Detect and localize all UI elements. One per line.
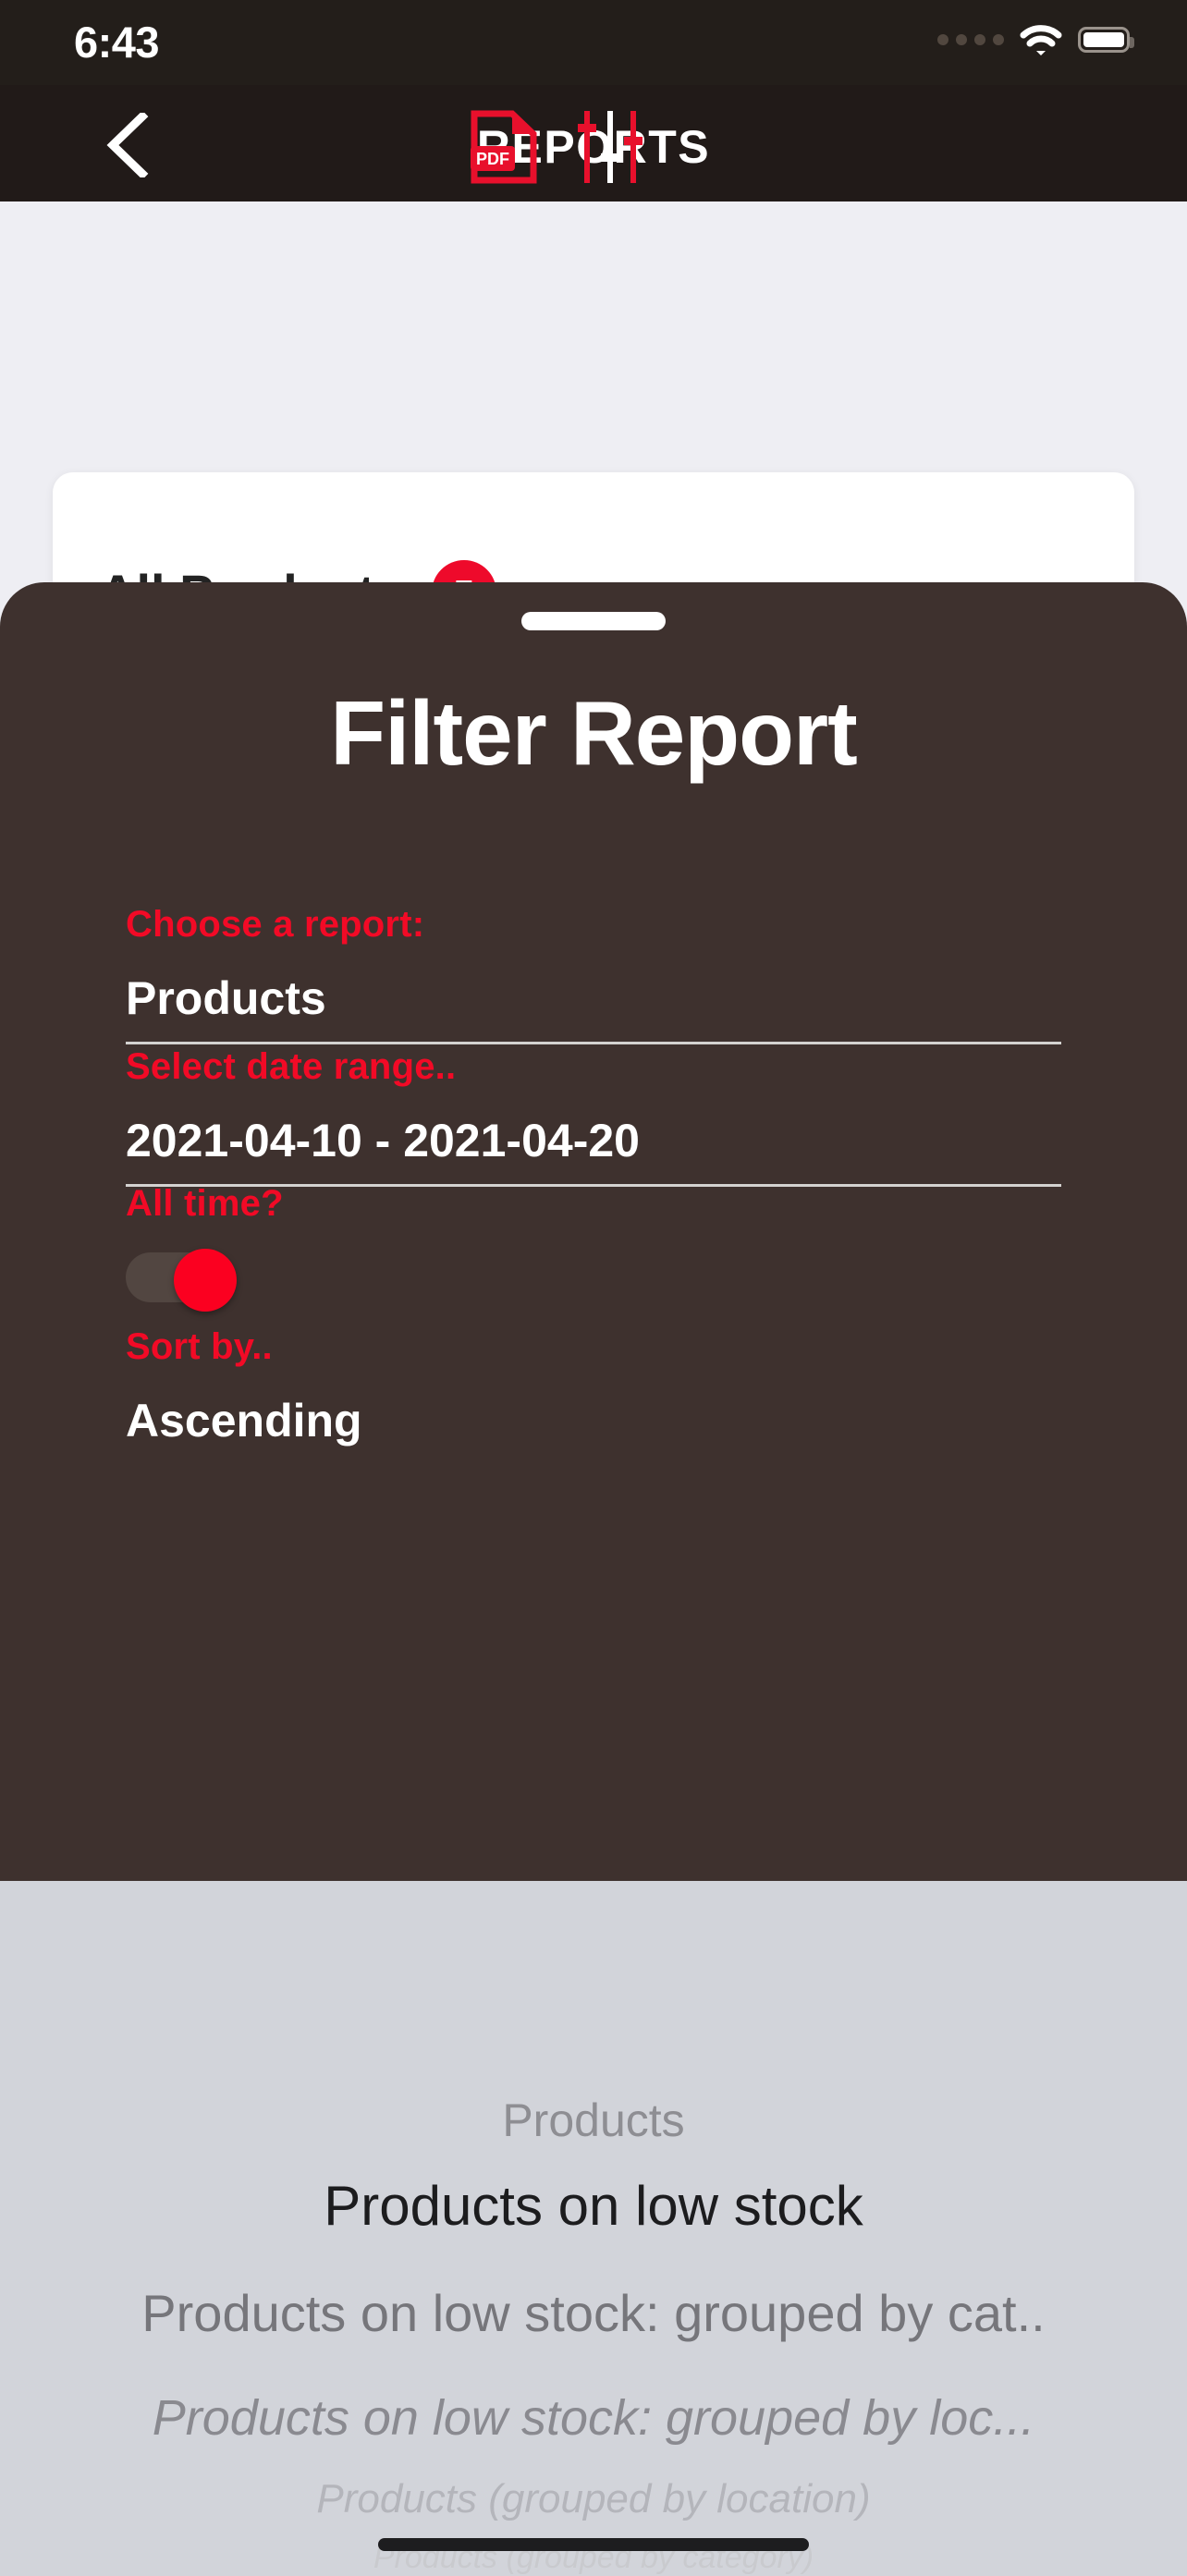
field-label-all-time: All time? bbox=[126, 1183, 284, 1224]
sheet-grabber-handle[interactable] bbox=[521, 612, 666, 630]
signal-dots-icon bbox=[937, 34, 1004, 45]
picker-option-products-by-location[interactable]: Products (grouped by location) bbox=[0, 2476, 1187, 2522]
field-label-choose-report: Choose a report: bbox=[126, 904, 425, 945]
field-value-sort-by[interactable]: Ascending bbox=[126, 1394, 1061, 1447]
status-indicators bbox=[937, 24, 1134, 55]
battery-full-icon bbox=[1078, 27, 1134, 53]
picker-option-grouped-location[interactable]: Products on low stock: grouped by loc... bbox=[0, 2389, 1187, 2447]
sheet-title: Filter Report bbox=[330, 682, 858, 784]
sliders-filter-icon bbox=[578, 111, 642, 183]
nav-header: REPORTS PDF bbox=[0, 85, 1187, 201]
filter-report-sheet: Filter Report Choose a report: Products … bbox=[0, 582, 1187, 1881]
toggle-thumb[interactable] bbox=[174, 1249, 237, 1312]
picker-option-grouped-category[interactable]: Products on low stock: grouped by cat.. bbox=[0, 2283, 1187, 2343]
field-sort-by[interactable]: Sort by.. Ascending bbox=[126, 1326, 1061, 1447]
field-all-time: All time? bbox=[126, 1183, 1061, 1312]
home-indicator bbox=[378, 2538, 809, 2551]
wifi-icon bbox=[1020, 25, 1062, 55]
field-value-choose-report[interactable]: Products bbox=[126, 971, 1061, 1025]
picker-option-products[interactable]: Products bbox=[0, 2094, 1187, 2147]
field-choose-report[interactable]: Choose a report: Products bbox=[126, 904, 1061, 1044]
field-value-date-range[interactable]: 2021-04-10 - 2021-04-20 bbox=[126, 1114, 1061, 1167]
status-bar: 6:43 bbox=[0, 0, 1187, 85]
filter-button[interactable] bbox=[575, 109, 645, 185]
field-label-date-range: Select date range.. bbox=[126, 1046, 457, 1087]
field-date-range[interactable]: Select date range.. 2021-04-10 - 2021-04… bbox=[126, 1046, 1061, 1187]
picker-option-selected[interactable]: Products on low stock bbox=[0, 2174, 1187, 2238]
all-time-toggle[interactable] bbox=[126, 1249, 237, 1312]
field-underline bbox=[126, 1042, 1061, 1044]
pdf-document-icon: PDF bbox=[471, 110, 537, 184]
field-label-sort-by: Sort by.. bbox=[126, 1326, 273, 1367]
export-pdf-button[interactable]: PDF bbox=[470, 109, 538, 185]
svg-text:PDF: PDF bbox=[476, 150, 509, 168]
status-time: 6:43 bbox=[74, 18, 160, 67]
